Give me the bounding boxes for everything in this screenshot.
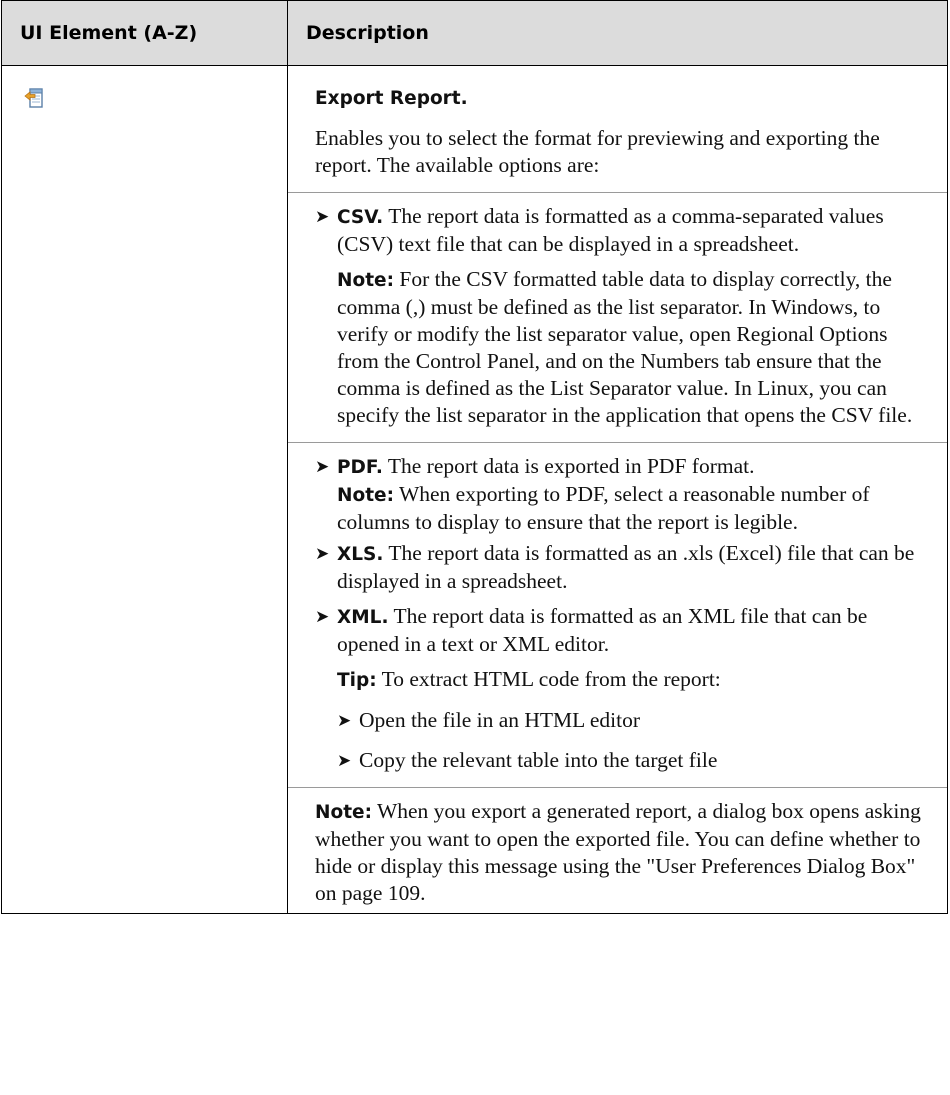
bullet-arrow-icon: ➤ bbox=[315, 544, 330, 563]
csv-text: The report data is formatted as a comma-… bbox=[337, 204, 884, 256]
ui-element-cell bbox=[1, 65, 288, 914]
export-report-title: Export Report. bbox=[315, 88, 468, 109]
csv-label: CSV. bbox=[337, 207, 384, 228]
bullet-arrow-icon: ➤ bbox=[315, 457, 330, 476]
tip-step: ➤ Open the file in an HTML editor bbox=[337, 708, 641, 732]
xls-text: The report data is formatted as an .xls … bbox=[337, 541, 915, 593]
pdf-label: PDF. bbox=[337, 457, 383, 478]
bullet-arrow-icon: ➤ bbox=[337, 711, 352, 730]
xml-text: The report data is formatted as an XML f… bbox=[337, 604, 868, 656]
column-header-ui-element: UI Element (A-Z) bbox=[1, 0, 288, 66]
pdf-text: The report data is exported in PDF forma… bbox=[382, 454, 755, 478]
divider bbox=[288, 787, 947, 788]
divider bbox=[288, 442, 947, 443]
export-report-icon bbox=[24, 88, 46, 114]
bullet-arrow-icon: ➤ bbox=[315, 607, 330, 626]
divider bbox=[288, 192, 947, 193]
csv-note: Note: For the CSV formatted table data t… bbox=[337, 267, 913, 427]
list-item-xml: ➤ XML. The report data is formatted as a… bbox=[315, 603, 925, 658]
list-item-pdf: ➤ PDF. The report data is exported in PD… bbox=[315, 453, 925, 536]
description-cell: Export Report. Enables you to select the… bbox=[287, 65, 948, 914]
table-row: Export Report. Enables you to select the… bbox=[1, 65, 948, 914]
table-header-row: UI Element (A-Z) Description bbox=[1, 0, 948, 66]
export-report-intro: Enables you to select the format for pre… bbox=[315, 126, 880, 177]
column-header-description: Description bbox=[287, 0, 948, 66]
pdf-note-text: When exporting to PDF, select a reasonab… bbox=[337, 482, 870, 534]
final-note: Note: When you export a generated report… bbox=[315, 799, 921, 905]
bullet-arrow-icon: ➤ bbox=[337, 751, 352, 770]
ui-elements-table: UI Element (A-Z) Description Export Repo… bbox=[1, 0, 948, 914]
list-item-xls: ➤ XLS. The report data is formatted as a… bbox=[315, 540, 925, 595]
xls-label: XLS. bbox=[337, 544, 384, 565]
xml-label: XML. bbox=[337, 607, 389, 628]
pdf-note-label: Note: bbox=[337, 485, 394, 506]
bullet-arrow-icon: ➤ bbox=[315, 207, 330, 226]
list-item-csv: ➤ CSV. The report data is formatted as a… bbox=[315, 203, 925, 258]
tip-step: ➤ Copy the relevant table into the targe… bbox=[337, 748, 718, 772]
tip-text: Tip: To extract HTML code from the repor… bbox=[337, 667, 721, 691]
